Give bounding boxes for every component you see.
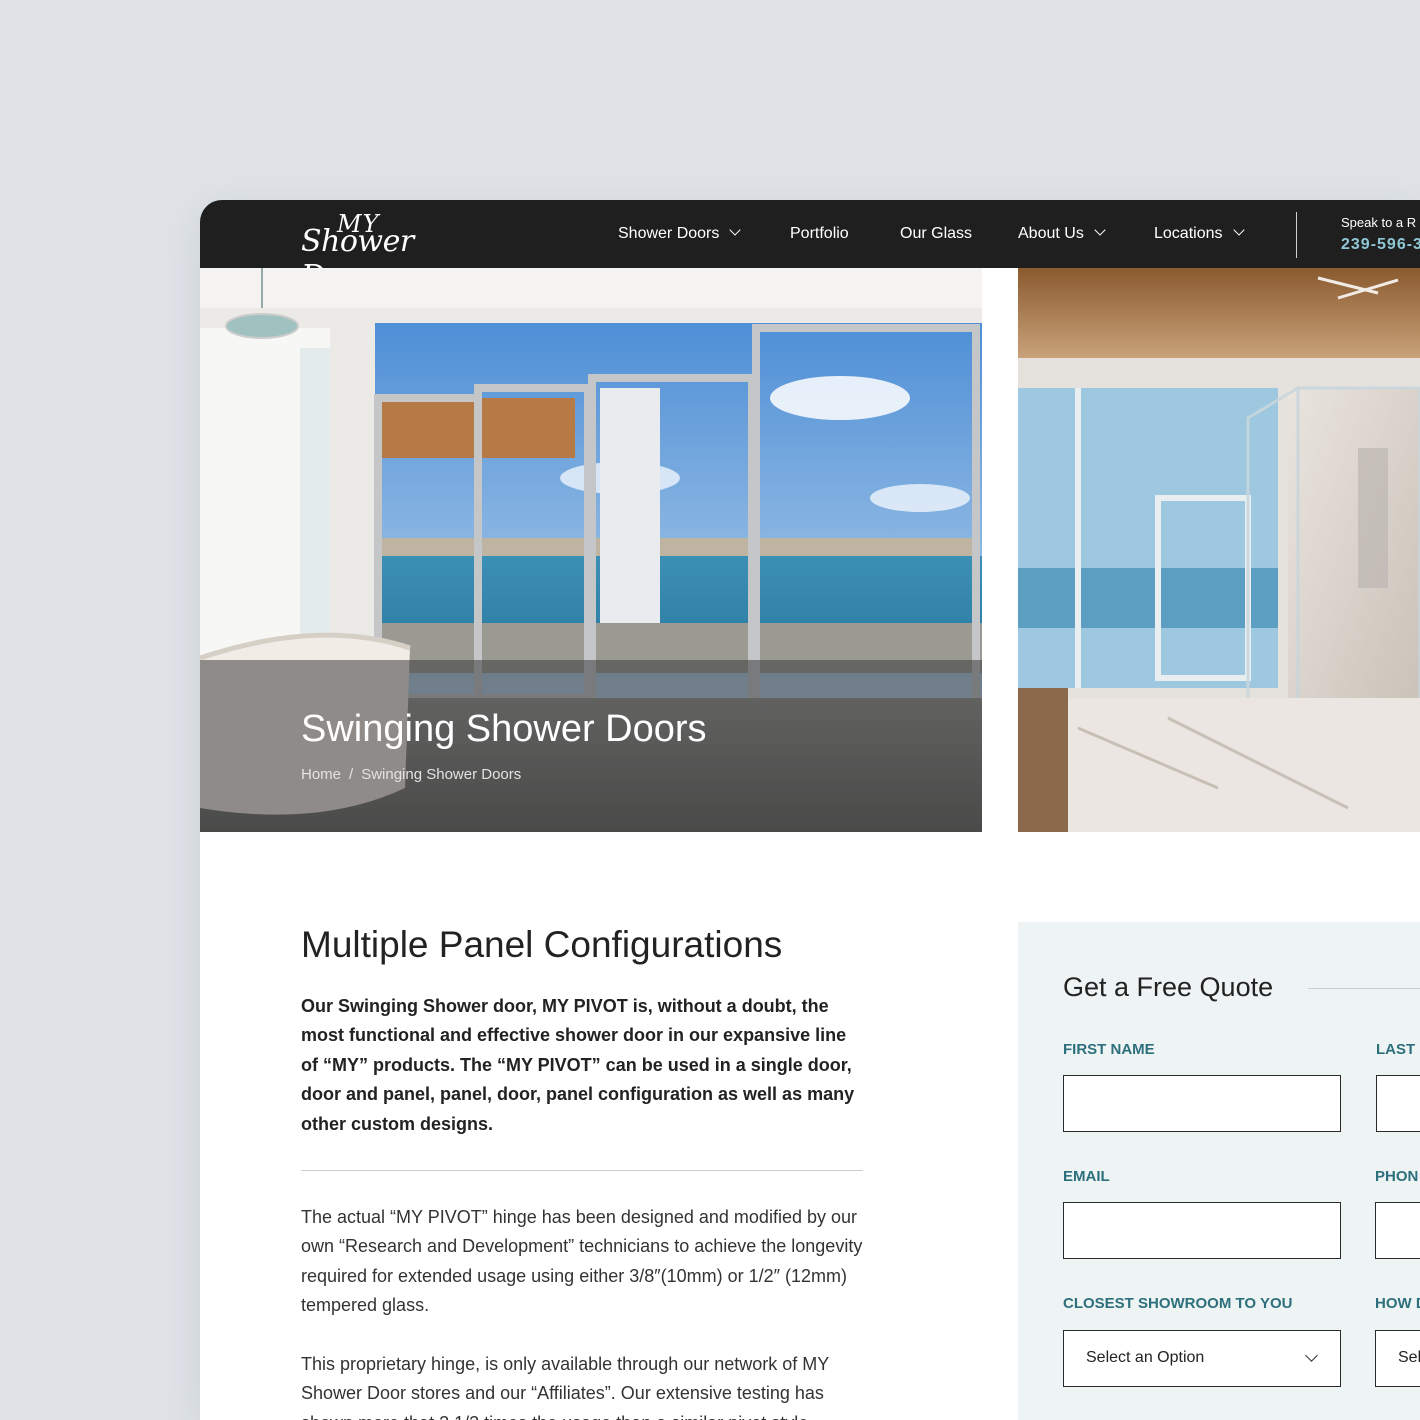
breadcrumb-current: Swinging Shower Doors	[361, 766, 522, 783]
phone-label: PHON	[1375, 1168, 1419, 1185]
browser-frame: MY Shower Door Shower Doors Portfolio Ou…	[200, 200, 1420, 1420]
how-did-you-hear-label: HOW D	[1375, 1295, 1420, 1312]
nav-item-locations[interactable]: Locations	[1154, 200, 1245, 268]
showroom-select-value: Select an Option	[1086, 1349, 1205, 1366]
email-field[interactable]	[1063, 1202, 1341, 1259]
nav-item-label: About Us	[1018, 225, 1084, 242]
speak-to-rep-label: Speak to a R	[1341, 215, 1417, 230]
first-name-field[interactable]	[1063, 1075, 1341, 1132]
showroom-label: CLOSEST SHOWROOM TO YOU	[1063, 1295, 1293, 1312]
chevron-down-icon	[1305, 1349, 1318, 1362]
nav-item-label: Portfolio	[790, 225, 849, 242]
showroom-select[interactable]: Select an Option	[1063, 1330, 1341, 1387]
hero-image-bathroom-ocean-view: Swinging Shower Doors Home / Swinging Show…	[200, 268, 982, 832]
last-name-label: LAST N	[1376, 1041, 1420, 1058]
content-divider	[301, 1170, 863, 1171]
phone-link[interactable]: 239-596-3	[1341, 236, 1420, 254]
body-paragraph-1: The actual “MY PIVOT” hinge has been des…	[301, 1207, 863, 1316]
last-name-field[interactable]	[1376, 1075, 1420, 1132]
phone-field[interactable]	[1375, 1202, 1420, 1259]
how-select-value: Sel	[1398, 1349, 1420, 1366]
breadcrumb: Home / Swinging Shower Doors	[301, 766, 521, 783]
how-did-you-hear-select[interactable]: Sel	[1375, 1330, 1420, 1387]
nav-item-portfolio[interactable]: Portfolio	[790, 200, 849, 268]
intro-paragraph: Our Swinging Shower door, MY PIVOT is, w…	[301, 996, 855, 1134]
breadcrumb-separator: /	[349, 766, 354, 783]
nav-item-label: Shower Doors	[618, 225, 720, 242]
hero-photo-illustration-2	[1018, 268, 1420, 832]
section-heading: Multiple Panel Configurations	[301, 924, 783, 965]
form-title-divider	[1308, 988, 1420, 989]
chevron-down-icon	[729, 224, 742, 236]
hero-image-glass-shower	[1018, 268, 1420, 832]
body-paragraph-2: This proprietary hinge, is only availabl…	[301, 1354, 829, 1420]
free-quote-form: Get a Free Quote FIRST NAME LAST N EMAIL…	[1018, 922, 1420, 1420]
nav-item-shower-doors[interactable]: Shower Doors	[618, 200, 742, 268]
site-logo[interactable]: MY Shower Door	[301, 210, 491, 294]
top-navigation: MY Shower Door Shower Doors Portfolio Ou…	[200, 200, 1420, 294]
form-title: Get a Free Quote	[1063, 972, 1274, 1002]
nav-item-our-glass[interactable]: Our Glass	[900, 200, 972, 268]
chevron-down-icon	[1094, 224, 1106, 236]
nav-item-label: Our Glass	[900, 225, 973, 242]
nav-divider	[1296, 212, 1297, 258]
chevron-down-icon	[1232, 224, 1245, 236]
breadcrumb-home-link[interactable]: Home	[301, 766, 341, 783]
nav-item-about-us[interactable]: About Us	[1018, 200, 1106, 268]
email-label: EMAIL	[1063, 1168, 1110, 1185]
nav-item-label: Locations	[1154, 225, 1223, 242]
first-name-label: FIRST NAME	[1063, 1041, 1155, 1058]
page-title: Swinging Shower Doors	[301, 708, 707, 750]
